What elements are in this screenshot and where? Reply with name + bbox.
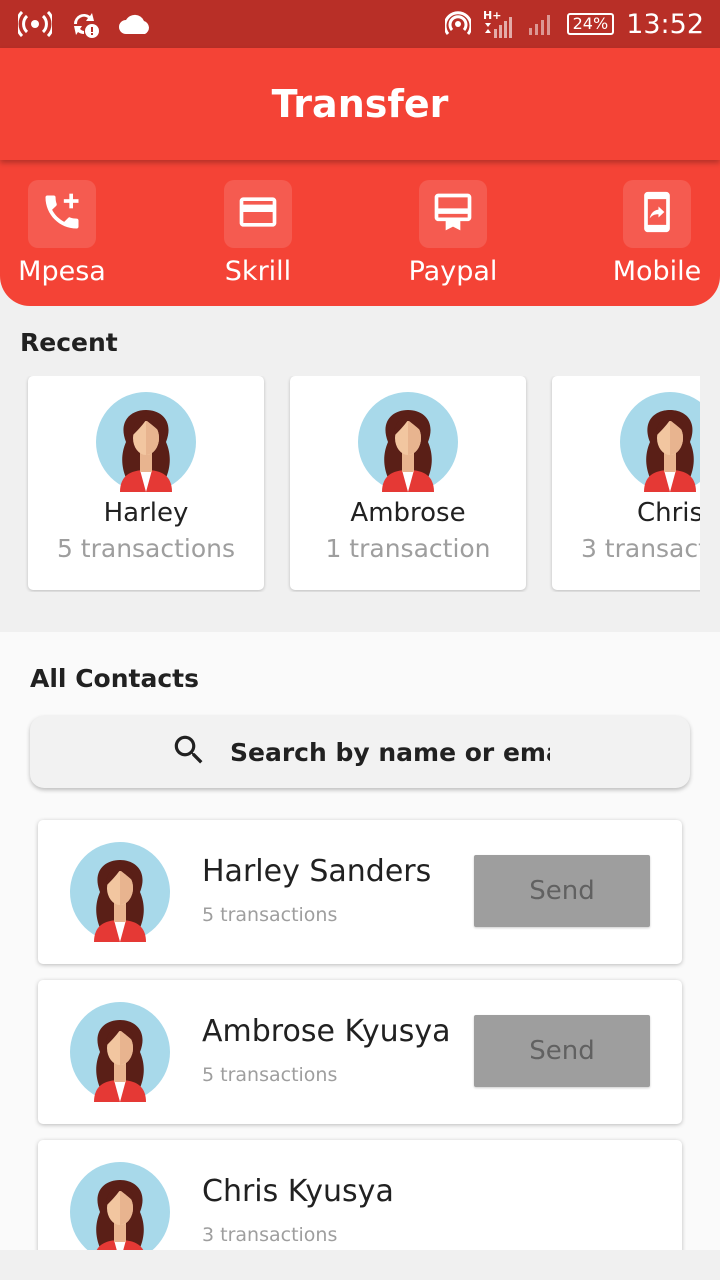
signal-icon <box>527 12 555 36</box>
recent-transactions: 1 transaction <box>325 534 491 563</box>
search-bar[interactable] <box>30 716 690 788</box>
contacts-panel: All Contacts Harley Sanders 5 transactio… <box>0 632 720 1250</box>
svg-text:H+: H+ <box>483 9 501 22</box>
method-tile[interactable] <box>419 180 487 248</box>
avatar <box>70 1002 170 1102</box>
contact-name: Harley Sanders <box>202 854 432 889</box>
method-tile[interactable] <box>28 180 96 248</box>
method-mpesa[interactable]: Mpesa <box>2 180 122 287</box>
contact-row[interactable]: Harley Sanders 5 transactions Send <box>38 820 682 964</box>
recent-card[interactable]: Chris 3 transactions <box>552 376 700 590</box>
battery-indicator: 24% <box>566 13 615 35</box>
avatar <box>620 392 700 492</box>
recent-card[interactable]: Harley 5 transactions <box>28 376 264 590</box>
method-label: Paypal <box>408 256 498 287</box>
sync-alert-icon <box>70 10 100 38</box>
method-paypal[interactable]: Paypal <box>393 180 513 287</box>
contact-name: Chris Kyusya <box>202 1174 394 1209</box>
avatar <box>70 1162 170 1250</box>
transfer-methods: Mpesa Skrill Paypal Mobile <box>0 160 720 306</box>
contact-transactions: 3 transactions <box>202 1224 338 1246</box>
recent-name: Chris <box>636 498 700 528</box>
wifi-tethering-icon <box>444 11 471 37</box>
contact-transactions: 5 transactions <box>202 1064 338 1086</box>
hotspot-icon <box>18 11 52 37</box>
status-bar: H+ 24% 13:52 <box>0 0 720 48</box>
app-bar: Transfer <box>0 48 720 160</box>
card-membership-icon <box>431 190 475 239</box>
recent-list[interactable]: Harley 5 transactions Ambrose 1 transact… <box>0 376 700 592</box>
recent-name: Ambrose <box>350 498 466 528</box>
contact-name: Ambrose Kyusya <box>202 1014 451 1049</box>
recent-name: Harley <box>103 498 189 528</box>
method-tile[interactable] <box>224 180 292 248</box>
cloud-icon <box>118 13 152 35</box>
method-label: Skrill <box>224 256 292 287</box>
search-icon <box>170 731 208 774</box>
network-hplus-icon: H+ <box>483 9 515 39</box>
mobile-share-icon <box>635 190 679 239</box>
phone-add-icon <box>40 190 84 239</box>
card-icon <box>236 190 280 239</box>
contact-row[interactable]: Ambrose Kyusya 5 transactions Send <box>38 980 682 1124</box>
method-tile[interactable] <box>623 180 691 248</box>
send-button[interactable]: Send <box>474 855 650 927</box>
send-button[interactable]: Send <box>474 1015 650 1087</box>
page-title: Transfer <box>271 82 449 126</box>
method-skrill[interactable]: Skrill <box>198 180 318 287</box>
contact-transactions: 5 transactions <box>202 904 338 926</box>
method-label: Mpesa <box>18 256 106 287</box>
clock: 13:52 <box>626 8 704 40</box>
all-contacts-title: All Contacts <box>30 664 199 693</box>
avatar <box>96 392 196 492</box>
search-input[interactable] <box>230 737 550 767</box>
recent-title: Recent <box>20 328 118 357</box>
avatar <box>358 392 458 492</box>
avatar <box>70 842 170 942</box>
recent-transactions: 5 transactions <box>56 534 236 563</box>
method-mobile[interactable]: Mobile <box>597 180 717 287</box>
recent-transactions: 3 transactions <box>580 534 700 563</box>
method-label: Mobile <box>612 256 702 287</box>
contact-row[interactable]: Chris Kyusya 3 transactions <box>38 1140 682 1250</box>
recent-card[interactable]: Ambrose 1 transaction <box>290 376 526 590</box>
